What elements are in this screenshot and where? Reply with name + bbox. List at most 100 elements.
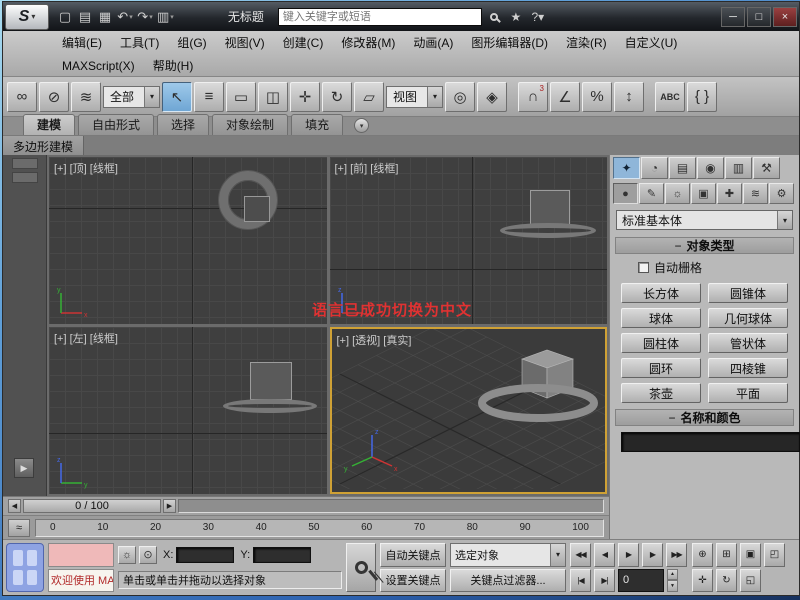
select-object-button[interactable]: ↖ [162, 82, 192, 112]
category-cameras-button[interactable]: ▣ [691, 183, 716, 204]
tab-create[interactable]: ✦ [613, 157, 640, 179]
box-object[interactable] [250, 362, 292, 400]
previous-frame-button[interactable]: ◀ [594, 543, 615, 567]
maximize-button[interactable]: □ [747, 7, 771, 27]
search-button[interactable] [484, 7, 504, 27]
previous-frame-arrow[interactable]: ◀ [8, 499, 21, 513]
select-by-name-button[interactable]: ≡ [194, 82, 224, 112]
current-frame-field[interactable]: 0 [618, 569, 664, 593]
menu-rendering[interactable]: 渲染(R) [557, 31, 616, 54]
angle-snap-button[interactable]: ∠ [550, 82, 580, 112]
button-tube[interactable]: 管状体 [708, 333, 788, 353]
tab-freeform[interactable]: 自由形式 [78, 114, 154, 135]
use-pivot-center-button[interactable]: ◎ [445, 82, 475, 112]
x-coordinate-field[interactable] [176, 547, 234, 563]
play-button[interactable]: ▶ [618, 543, 639, 567]
button-torus[interactable]: 圆环 [621, 358, 701, 378]
snap-toggle-button[interactable]: ∩3 [518, 82, 548, 112]
window-crossing-toggle[interactable]: ◫ [258, 82, 288, 112]
track-bar-ruler[interactable]: 0 10 20 30 40 50 60 70 80 90 100 [35, 519, 604, 537]
button-plane[interactable]: 平面 [708, 383, 788, 403]
tab-modeling[interactable]: 建模 [23, 114, 75, 135]
menu-customize[interactable]: 自定义(U) [616, 31, 687, 54]
minimize-button[interactable]: ─ [721, 7, 745, 27]
go-to-start-button[interactable]: ◀◀ [570, 543, 591, 567]
polygon-modeling-panel[interactable]: 多边形建模 [3, 136, 84, 155]
select-and-link-button[interactable]: ∞ [7, 82, 37, 112]
object-type-rollout[interactable]: − 对象类型 [615, 237, 794, 254]
redo-button[interactable]: ↷▾ [135, 6, 155, 28]
orbit-button[interactable]: ↻ [716, 569, 737, 593]
menu-views[interactable]: 视图(V) [216, 31, 274, 54]
close-button[interactable]: × [773, 7, 797, 27]
viewport-perspective[interactable]: [+] [透视] [真实] [330, 327, 608, 494]
ribbon-options-button[interactable]: ▾ [354, 118, 369, 133]
tab-object-paint[interactable]: 对象绘制 [212, 114, 288, 135]
button-sphere[interactable]: 球体 [621, 308, 701, 328]
zoom-all-button[interactable]: ⊞ [716, 543, 737, 567]
open-file-button[interactable]: ▤ [75, 6, 95, 28]
viewport-top[interactable]: [+] [顶] [线框] x y [49, 157, 327, 324]
box-object[interactable] [244, 196, 270, 222]
menu-maxscript[interactable]: MAXScript(X) [53, 54, 144, 77]
button-geosphere[interactable]: 几何球体 [708, 308, 788, 328]
button-box[interactable]: 长方体 [621, 283, 701, 303]
chevron-down-icon[interactable]: ▾ [550, 544, 565, 566]
category-lights-button[interactable]: ☼ [665, 183, 690, 204]
time-slider-handle[interactable]: 0 / 100 [23, 499, 161, 513]
next-key-button[interactable]: ▶| [594, 569, 615, 593]
undo-button[interactable]: ↶▾ [115, 6, 135, 28]
viewport-label[interactable]: [+] [顶] [线框] [54, 160, 118, 176]
spinner-up-icon[interactable]: ▲ [667, 569, 678, 581]
percent-snap-button[interactable]: % [582, 82, 612, 112]
select-and-rotate-button[interactable]: ↻ [322, 82, 352, 112]
button-teapot[interactable]: 茶壶 [621, 383, 701, 403]
primitive-category-dropdown[interactable]: 标准基本体 ▾ [616, 210, 793, 230]
macro-recorder-field[interactable] [48, 543, 114, 567]
category-shapes-button[interactable]: ✎ [639, 183, 664, 204]
menu-graph-editors[interactable]: 图形编辑器(D) [462, 31, 557, 54]
help-button[interactable]: ?▾ [528, 7, 548, 27]
viewport-layout-tab[interactable] [12, 158, 38, 169]
auto-key-button[interactable]: 自动关键点 [380, 543, 446, 567]
selection-lock-toggle[interactable]: ⊙ [139, 546, 157, 564]
selection-region-button[interactable]: ▭ [226, 82, 256, 112]
button-cylinder[interactable]: 圆柱体 [621, 333, 701, 353]
set-keys-button[interactable] [346, 543, 376, 592]
viewport-layout-tab[interactable] [12, 172, 38, 183]
open-mini-curve-editor-button[interactable]: ≈ [8, 519, 30, 537]
next-frame-button[interactable]: ▶ [642, 543, 663, 567]
search-input[interactable] [278, 8, 482, 26]
tab-selection[interactable]: 选择 [157, 114, 209, 135]
category-helpers-button[interactable]: ✚ [717, 183, 742, 204]
go-to-end-button[interactable]: ▶▶ [666, 543, 687, 567]
tab-hierarchy[interactable]: ▤ [669, 157, 696, 179]
zoom-extents-button[interactable]: ▣ [740, 543, 761, 567]
name-color-rollout[interactable]: − 名称和颜色 [615, 409, 794, 426]
torus-object[interactable] [500, 223, 596, 238]
menu-edit[interactable]: 编辑(E) [53, 31, 111, 54]
object-name-field[interactable] [621, 432, 800, 452]
set-key-button[interactable]: 设置关键点 [380, 569, 446, 593]
spinner-down-icon[interactable]: ▼ [667, 580, 678, 592]
tab-populate[interactable]: 填充 [291, 114, 343, 135]
new-scene-button[interactable]: ▢ [55, 6, 75, 28]
next-frame-arrow[interactable]: ▶ [163, 499, 176, 513]
tab-motion[interactable]: ◉ [697, 157, 724, 179]
chevron-down-icon[interactable]: ▾ [777, 211, 792, 229]
torus-object[interactable] [223, 399, 317, 413]
chevron-down-icon[interactable]: ▾ [427, 87, 442, 107]
save-file-button[interactable]: ▦ [95, 6, 115, 28]
menu-animation[interactable]: 动画(A) [404, 31, 462, 54]
zoom-region-button[interactable]: ◰ [764, 543, 785, 567]
viewport-left[interactable]: [+] [左] [线框] y z [49, 327, 327, 494]
app-menu-button[interactable]: S ▾ [5, 4, 49, 30]
selection-filter-dropdown[interactable]: 全部 ▾ [103, 86, 160, 108]
select-and-manipulate-button[interactable]: ◈ [477, 82, 507, 112]
layout-expand-button[interactable]: ▶ [14, 458, 34, 478]
app-grid-icon[interactable] [6, 543, 44, 592]
category-systems-button[interactable]: ⚙ [769, 183, 794, 204]
pan-view-button[interactable]: ✛ [692, 569, 713, 593]
select-and-scale-button[interactable]: ▱ [354, 82, 384, 112]
named-selection-sets-button[interactable]: { } [687, 82, 717, 112]
